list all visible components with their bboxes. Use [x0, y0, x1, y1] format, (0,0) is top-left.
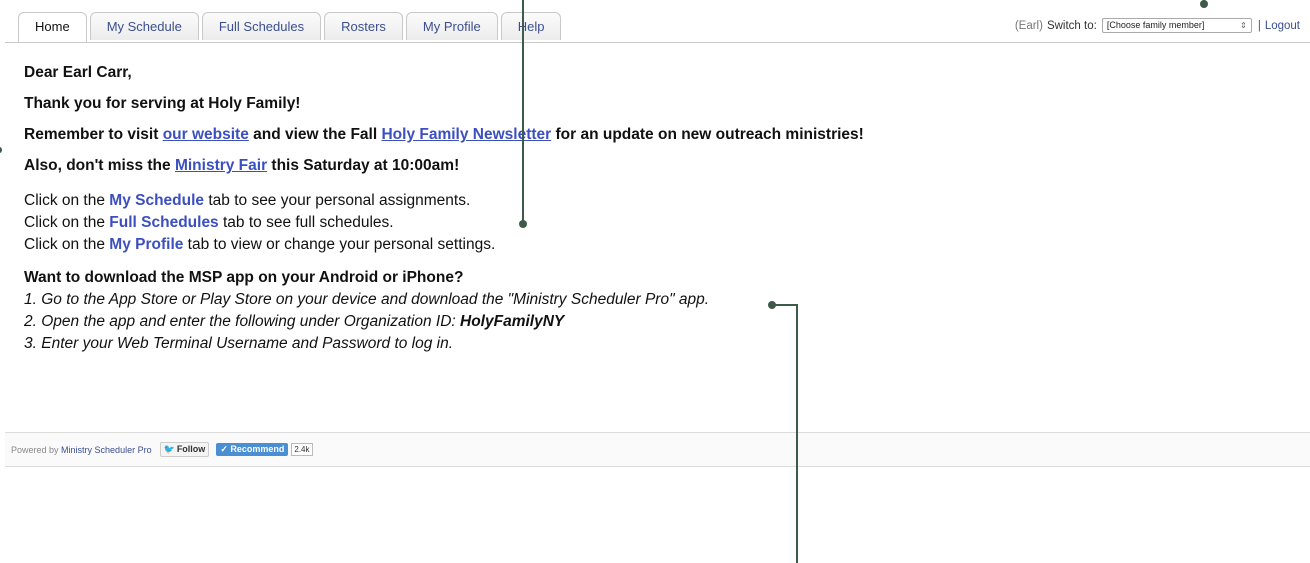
instruction-my-schedule: Click on the My Schedule tab to see your…: [24, 192, 1224, 214]
inst-tab-full-schedules[interactable]: Full Schedules: [109, 214, 218, 231]
powered-by-label: Powered by: [11, 444, 59, 455]
msp-link[interactable]: Ministry Scheduler Pro: [61, 445, 152, 455]
remember-mid: and view the Fall: [248, 126, 382, 143]
thanks-message: Thank you for serving at Holy Family!: [24, 95, 301, 112]
family-member-select[interactable]: [Choose family member] ⇕: [1101, 18, 1252, 33]
app-step-2: 2. Open the app and enter the following …: [24, 313, 1224, 335]
app-step-1: 1. Go to the App Store or Play Store on …: [24, 291, 710, 308]
app-step-2-text: 2. Open the app and enter the following …: [24, 313, 461, 330]
remember-post: for an update on new outreach ministries…: [551, 126, 864, 143]
app-step-3: 3. Enter your Web Terminal Username and …: [24, 335, 454, 352]
family-select-value: [Choose family member]: [1106, 20, 1205, 30]
inst-pre: Click on the: [24, 192, 110, 209]
account-controls: (Earl) Switch to: [Choose family member]…: [1015, 18, 1300, 33]
main-content: Dear Earl Carr, Thank you for serving at…: [24, 64, 1224, 357]
recommend-count: 2.4k: [291, 443, 313, 456]
follow-label: Follow: [176, 444, 206, 454]
newsletter-link[interactable]: Holy Family Newsletter: [381, 126, 551, 143]
callout-dot-left-edge: [0, 147, 2, 153]
tab-help[interactable]: Help: [500, 12, 562, 40]
tabs: Home My Schedule Full Schedules Rosters …: [18, 12, 564, 42]
fair-post: this Saturday at 10:00am!: [267, 157, 460, 174]
tab-full-schedules[interactable]: Full Schedules: [201, 12, 322, 40]
inst-post: tab to see full schedules.: [218, 214, 394, 231]
footer: Powered by Ministry Scheduler Pro 🐦 Foll…: [5, 432, 1310, 467]
remember-message: Remember to visit our website and view t…: [24, 126, 1224, 153]
ministry-fair-link[interactable]: Ministry Fair: [175, 157, 267, 174]
fair-message: Also, don't miss the Ministry Fair this …: [24, 157, 1224, 184]
inst-post: tab to see your personal assignments.: [204, 192, 471, 209]
logout-link[interactable]: Logout: [1265, 20, 1300, 32]
select-arrows-icon: ⇕: [1240, 21, 1247, 30]
twitter-follow-button[interactable]: 🐦 Follow: [159, 442, 210, 457]
callout-line-top: [522, 0, 524, 225]
fair-pre: Also, don't miss the: [24, 157, 175, 174]
inst-tab-my-profile[interactable]: My Profile: [109, 236, 183, 253]
tab-home[interactable]: Home: [18, 12, 87, 42]
remember-pre: Remember to visit: [24, 126, 163, 143]
inst-pre: Click on the: [24, 214, 110, 231]
twitter-bird-icon: 🐦: [163, 444, 175, 454]
page-frame: Home My Schedule Full Schedules Rosters …: [5, 0, 1310, 563]
instruction-my-profile: Click on the My Profile tab to view or c…: [24, 236, 1224, 258]
recommend-button[interactable]: ✓ Recommend: [216, 443, 289, 456]
callout-line-app-h: [772, 304, 798, 306]
callout-line-app-v: [796, 304, 798, 563]
tab-my-profile[interactable]: My Profile: [405, 12, 498, 40]
inst-tab-my-schedule[interactable]: My Schedule: [109, 192, 204, 209]
current-user-tag: (Earl): [1014, 19, 1043, 32]
callout-dot-my-schedule: [519, 220, 527, 228]
recommend-label: Recommend: [230, 444, 285, 454]
instruction-full-schedules: Click on the Full Schedules tab to see f…: [24, 214, 1224, 236]
tab-rosters[interactable]: Rosters: [324, 12, 403, 40]
greeting: Dear Earl Carr,: [24, 64, 132, 81]
callout-dot-switch: [1200, 0, 1208, 8]
tab-bar: Home My Schedule Full Schedules Rosters …: [5, 0, 1310, 43]
switch-label: Switch to:: [1046, 19, 1097, 32]
tab-my-schedule[interactable]: My Schedule: [89, 12, 199, 40]
inst-post: tab to view or change your personal sett…: [183, 236, 496, 253]
checkmark-icon: ✓: [220, 444, 231, 454]
inst-pre: Click on the: [24, 236, 110, 253]
separator: |: [1257, 19, 1261, 32]
app-heading: Want to download the MSP app on your And…: [24, 269, 464, 286]
website-link[interactable]: our website: [163, 126, 249, 143]
organization-id: HolyFamilyNY: [460, 313, 565, 330]
